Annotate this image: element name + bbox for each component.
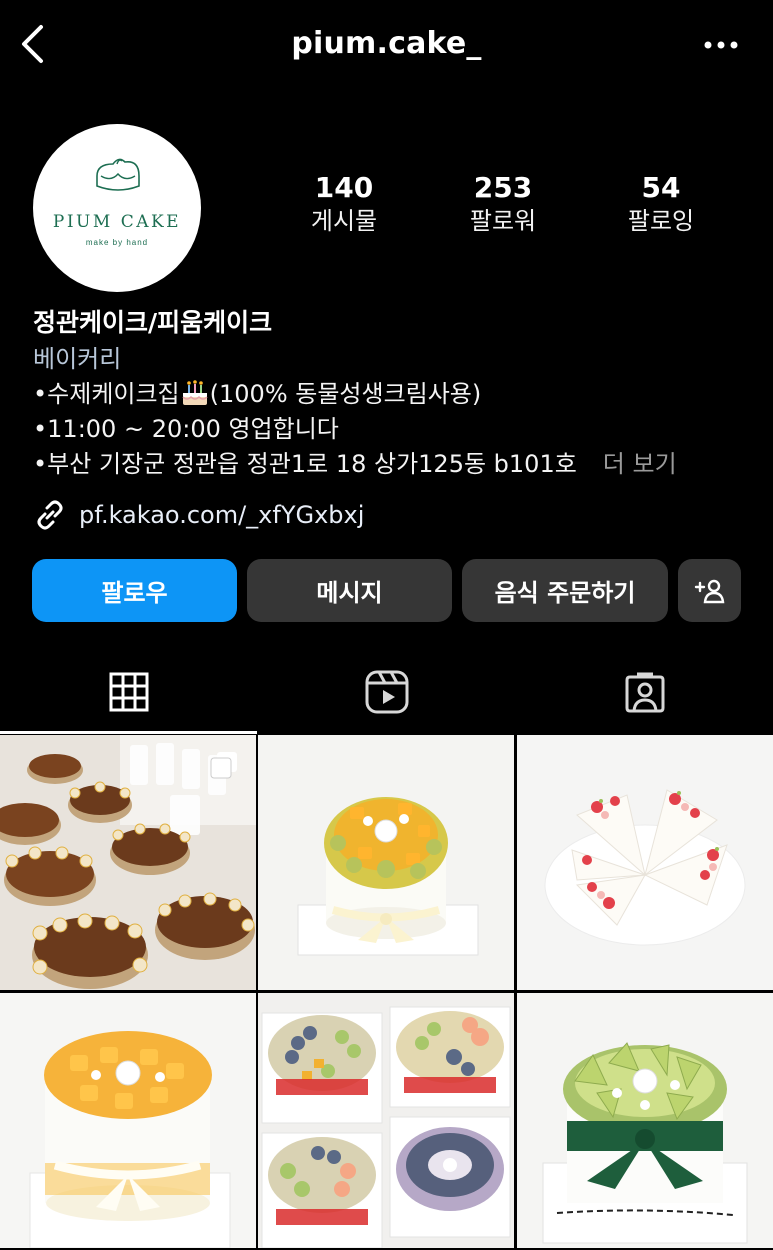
- tagged-icon: [625, 672, 664, 713]
- post-thumbnail[interactable]: [0, 993, 256, 1248]
- tab-posts-grid[interactable]: [0, 652, 257, 734]
- post-thumbnail[interactable]: [517, 993, 773, 1248]
- strawberry-cake-slices-photo: [517, 735, 773, 990]
- cake-logo-icon: [96, 158, 140, 191]
- stat-value: 140: [314, 171, 374, 204]
- tab-tagged[interactable]: [516, 652, 773, 732]
- post-thumbnail[interactable]: [258, 735, 514, 990]
- stat-value: 253: [473, 171, 533, 204]
- bio-line: •부산 기장군 정관읍 정관1로 18 상가125동 b101호 더 보기: [33, 447, 733, 482]
- see-more-link[interactable]: 더 보기: [603, 450, 677, 478]
- top-bar: pium.cake_: [0, 0, 773, 92]
- following-count[interactable]: 54 팔로잉: [591, 172, 731, 238]
- profile-bio: 정관케이크/피움케이크 베이커리 •수제케이크집 (100% 동물성생크림사용)…: [33, 305, 733, 482]
- avatar-tagline: make by hand: [85, 238, 149, 247]
- profile-tabs: [0, 652, 773, 734]
- ellipsis-icon: [704, 41, 738, 49]
- suggested-accounts-button[interactable]: [678, 559, 741, 622]
- add-person-icon: [694, 579, 724, 603]
- bio-line: •수제케이크집 (100% 동물성생크림사용): [33, 377, 733, 412]
- multiple-images-icon: [210, 752, 237, 779]
- stat-label: 팔로잉: [627, 207, 695, 235]
- order-food-button[interactable]: 음식 주문하기: [462, 559, 668, 622]
- post-thumbnail[interactable]: [258, 993, 514, 1248]
- tab-reels[interactable]: [258, 652, 515, 732]
- message-button[interactable]: 메시지: [247, 559, 452, 622]
- profile-avatar[interactable]: PIUM CAKE make by hand: [33, 124, 201, 292]
- post-thumbnail[interactable]: [517, 735, 773, 990]
- melon-cake-photo: [517, 993, 773, 1248]
- mixed-fruit-cakes-photo: [258, 993, 514, 1248]
- bio-address: •부산 기장군 정관읍 정관1로 18 상가125동 b101호: [33, 450, 577, 478]
- link-url[interactable]: pf.kakao.com/_xfYGxbxj: [79, 501, 364, 529]
- bio-line-text: (100% 동물성생크림사용): [209, 380, 482, 408]
- avatar-brand-text: PIUM CAKE: [52, 212, 182, 232]
- bio-line: •11:00 ~ 20:00 영업합니다: [33, 415, 339, 443]
- profile-link[interactable]: pf.kakao.com/_xfYGxbxj: [33, 498, 364, 532]
- stat-label: 팔로워: [469, 207, 537, 235]
- profile-display-name: 정관케이크/피움케이크: [33, 308, 273, 337]
- birthday-cake-icon: [182, 380, 208, 405]
- bio-line-text: •수제케이크집: [33, 380, 180, 408]
- profile-category[interactable]: 베이커리: [33, 341, 733, 377]
- profile-username: pium.cake_: [291, 26, 482, 61]
- follow-button[interactable]: 팔로우: [32, 559, 237, 622]
- reels-icon: [365, 670, 408, 714]
- posts-grid: [0, 735, 773, 1250]
- more-options-button[interactable]: [699, 30, 743, 60]
- post-thumbnail[interactable]: [0, 735, 256, 990]
- stat-value: 54: [641, 171, 681, 204]
- followers-count[interactable]: 253 팔로워: [433, 172, 573, 238]
- posts-count[interactable]: 140 게시물: [274, 172, 414, 238]
- fruit-cake-photo: [258, 735, 514, 990]
- grid-icon: [109, 672, 148, 712]
- stat-label: 게시물: [310, 207, 378, 235]
- link-icon: [37, 500, 63, 530]
- mango-cake-photo: [0, 993, 256, 1248]
